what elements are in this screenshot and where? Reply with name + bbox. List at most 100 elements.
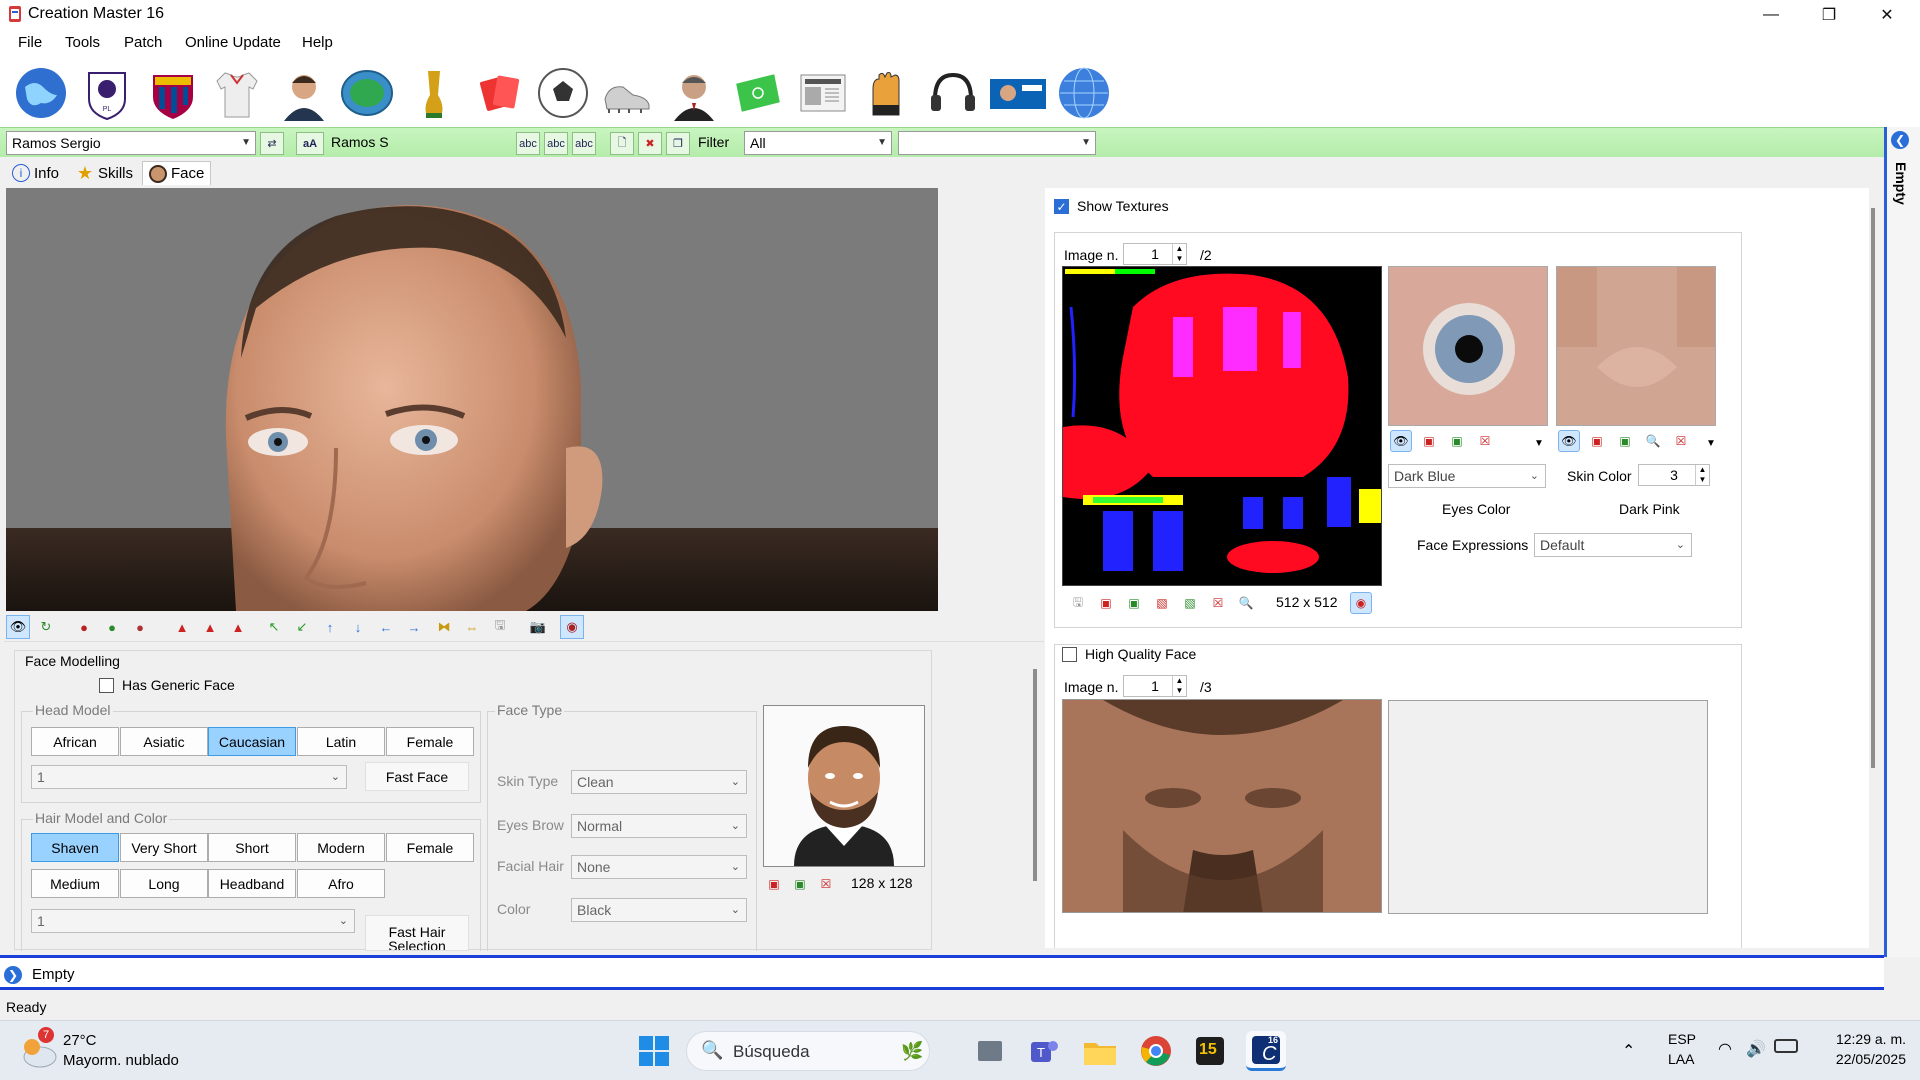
- spinner-arrows-icon[interactable]: ▲ ▼: [1695, 465, 1709, 485]
- start-button[interactable]: [634, 1031, 674, 1071]
- has-generic-face-checkbox[interactable]: [99, 677, 114, 693]
- hair-short-button[interactable]: Short: [208, 833, 296, 862]
- eye-texture[interactable]: [1388, 266, 1548, 426]
- face-expressions-select[interactable]: Default ⌄: [1534, 533, 1692, 557]
- shirt-red-icon-2[interactable]: ▲: [198, 615, 222, 639]
- minimize-button[interactable]: —: [1742, 0, 1800, 29]
- language-primary[interactable]: ESP: [1668, 1031, 1696, 1047]
- tab-face[interactable]: Face: [142, 161, 212, 185]
- head-latin-button[interactable]: Latin: [297, 727, 385, 756]
- show-textures-row[interactable]: ✓ Show Textures: [1054, 198, 1169, 214]
- fifa-15-icon[interactable]: 15: [1190, 1031, 1230, 1071]
- hair-headband-button[interactable]: Headband: [208, 869, 296, 898]
- arrow-down-icon[interactable]: ↓: [346, 615, 370, 639]
- export-eye-icon[interactable]: ▣: [1446, 430, 1468, 452]
- chrome-icon[interactable]: [1136, 1031, 1176, 1071]
- eye-icon[interactable]: 👁: [6, 615, 30, 639]
- goalkeeper-gloves-icon[interactable]: [858, 63, 916, 123]
- import-photo-icon[interactable]: ▣: [763, 873, 785, 895]
- vertical-scrollbar[interactable]: [1033, 669, 1037, 881]
- arrow-down-left-icon[interactable]: ↙: [290, 615, 314, 639]
- premier-league-icon[interactable]: PL: [78, 63, 136, 123]
- shirt-red-icon-3[interactable]: ▲: [226, 615, 250, 639]
- new-player-button[interactable]: 🗋: [610, 132, 634, 155]
- color-channels-icon[interactable]: ◉: [1350, 592, 1372, 614]
- import-eye-icon[interactable]: ▣: [1418, 430, 1440, 452]
- file-explorer-icon[interactable]: [1080, 1031, 1120, 1071]
- hair-long-button[interactable]: Long: [120, 869, 208, 898]
- save-disabled-icon[interactable]: 🖫: [488, 615, 512, 639]
- abc-button-3[interactable]: abc: [572, 132, 596, 155]
- teams-icon[interactable]: T: [1024, 1031, 1064, 1071]
- dock-pin-icon[interactable]: ❯: [4, 966, 22, 984]
- head-color-icon[interactable]: ◉: [560, 615, 584, 639]
- eye-icon[interactable]: 👁: [1390, 430, 1412, 452]
- headphones-icon[interactable]: [924, 63, 982, 123]
- export-skin-icon[interactable]: ▣: [1614, 430, 1636, 452]
- show-textures-checkbox[interactable]: ✓: [1054, 198, 1069, 214]
- fast-hair-button[interactable]: Fast Hair Selection: [365, 915, 469, 951]
- battery-icon[interactable]: [1774, 1039, 1798, 1053]
- menu-help[interactable]: Help: [302, 34, 333, 51]
- head-asiatic-button[interactable]: Asiatic: [120, 727, 208, 756]
- player-photo[interactable]: [763, 705, 925, 867]
- import-skin-icon[interactable]: ▣: [1586, 430, 1608, 452]
- camera-icon[interactable]: 📷: [526, 615, 550, 639]
- shirt-red-icon[interactable]: ▲: [170, 615, 194, 639]
- ball-icon[interactable]: [534, 63, 592, 123]
- hair-shaven-button[interactable]: Shaven: [31, 833, 119, 862]
- hq-face-secondary-texture[interactable]: [1388, 700, 1708, 914]
- jersey-icon[interactable]: [208, 63, 266, 123]
- spinner-arrows-icon[interactable]: ▲ ▼: [1172, 676, 1186, 696]
- skin-menu-chevron-icon[interactable]: ▼: [1706, 438, 1716, 449]
- eyebrow-select[interactable]: Normal ⌄: [571, 814, 747, 838]
- tab-skills[interactable]: ★ Skills: [70, 161, 139, 185]
- head-red-icon[interactable]: ●: [72, 615, 96, 639]
- filter-secondary-select[interactable]: ▼: [898, 131, 1096, 155]
- fifa-cover-icon[interactable]: [988, 63, 1046, 123]
- arrow-left-icon[interactable]: ←: [374, 615, 398, 639]
- eye-icon[interactable]: 👁: [1558, 430, 1580, 452]
- boots-icon[interactable]: [598, 63, 656, 123]
- case-toggle-button[interactable]: aA: [296, 132, 324, 155]
- menu-file[interactable]: File: [18, 34, 42, 51]
- hair-female-button[interactable]: Female: [386, 833, 474, 862]
- short-name-field[interactable]: Ramos S: [326, 131, 514, 155]
- skin-texture[interactable]: [1556, 266, 1716, 426]
- wifi-icon[interactable]: ◠: [1718, 1039, 1732, 1059]
- menu-tools[interactable]: Tools: [65, 34, 100, 51]
- clock-time[interactable]: 12:29 a. m.: [1822, 1031, 1906, 1047]
- creation-master-icon[interactable]: C 16: [1246, 1031, 1286, 1071]
- rotate-icon[interactable]: ↻: [34, 615, 58, 639]
- zoom-out-icon[interactable]: ⇔: [460, 615, 484, 639]
- skin-color-spinner[interactable]: 3 ▲ ▼: [1638, 464, 1710, 486]
- tab-info[interactable]: i Info: [6, 161, 65, 185]
- abc-button-1[interactable]: abc: [516, 132, 540, 155]
- head-model-select[interactable]: 1 ⌄: [31, 765, 347, 789]
- newspaper-icon[interactable]: [794, 63, 852, 123]
- arrow-right-icon[interactable]: →: [402, 615, 426, 639]
- export-photo-icon[interactable]: ▣: [789, 873, 811, 895]
- taskbar-search[interactable]: 🔍 Búsqueda 🌿: [686, 1031, 930, 1071]
- texture-image-spinner[interactable]: 1 ▲ ▼: [1123, 243, 1187, 265]
- textures-scrollbar[interactable]: [1871, 208, 1875, 768]
- eye-menu-chevron-icon[interactable]: ▼: [1534, 438, 1544, 449]
- export-alpha-icon[interactable]: ▧: [1179, 592, 1201, 614]
- spinner-arrows-icon[interactable]: ▲ ▼: [1172, 244, 1186, 264]
- clock-date[interactable]: 22/05/2025: [1816, 1051, 1906, 1067]
- hq-image-spinner[interactable]: 1 ▲ ▼: [1123, 675, 1187, 697]
- weather-icon[interactable]: 7: [18, 1027, 58, 1071]
- eyes-color-select[interactable]: Dark Blue ⌄: [1388, 464, 1546, 488]
- delete-photo-icon[interactable]: ☒: [815, 873, 837, 895]
- restore-button[interactable]: ❐: [1800, 0, 1858, 29]
- hair-color-select[interactable]: Black ⌄: [571, 898, 747, 922]
- menu-online-update[interactable]: Online Update: [185, 34, 281, 51]
- pitch-icon[interactable]: [728, 63, 786, 123]
- referee-card-icon[interactable]: [470, 63, 528, 123]
- zoom-texture-icon[interactable]: 🔍: [1235, 592, 1257, 614]
- arrow-up-icon[interactable]: ↑: [318, 615, 342, 639]
- fast-face-button[interactable]: Fast Face: [365, 762, 469, 791]
- face-texture-map[interactable]: [1062, 266, 1382, 586]
- facial-hair-select[interactable]: None ⌄: [571, 855, 747, 879]
- stadium-icon[interactable]: [338, 63, 396, 123]
